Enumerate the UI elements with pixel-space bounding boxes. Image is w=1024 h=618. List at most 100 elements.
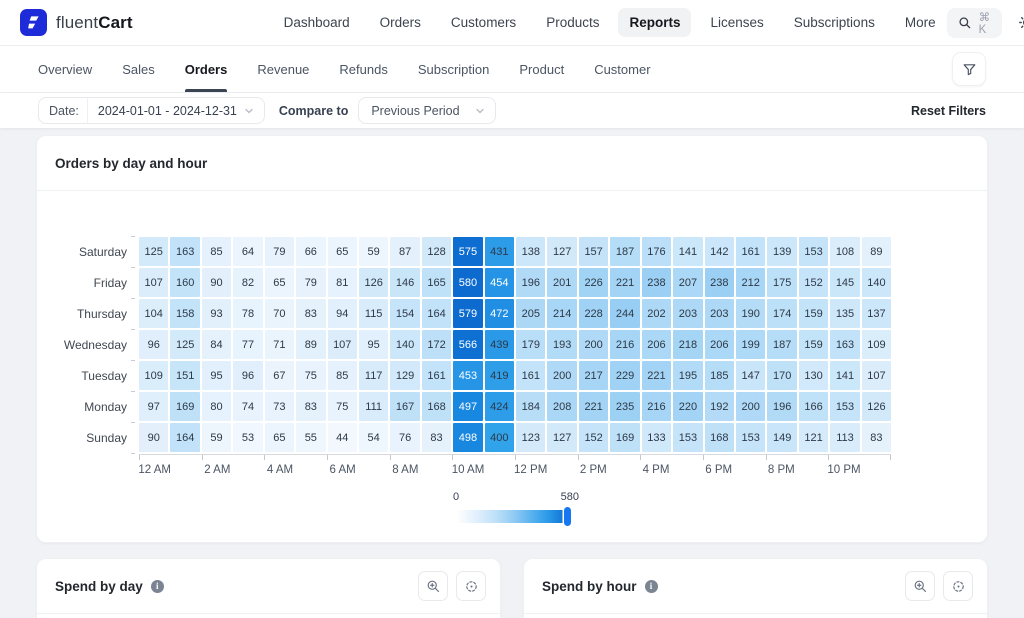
heatmap-cell[interactable]: 238 bbox=[705, 268, 734, 297]
filter-button[interactable] bbox=[952, 52, 986, 86]
heatmap-cell[interactable]: 55 bbox=[296, 423, 325, 452]
heatmap-cell[interactable]: 439 bbox=[485, 330, 514, 359]
heatmap-cell[interactable]: 220 bbox=[673, 392, 702, 421]
heatmap-cell[interactable]: 228 bbox=[579, 299, 608, 328]
heatmap-cell[interactable]: 165 bbox=[422, 268, 451, 297]
heatmap-cell[interactable]: 90 bbox=[139, 423, 168, 452]
heatmap-cell[interactable]: 221 bbox=[642, 361, 671, 390]
heatmap-cell[interactable]: 85 bbox=[202, 237, 231, 266]
heatmap-cell[interactable]: 111 bbox=[359, 392, 388, 421]
heatmap-cell[interactable]: 137 bbox=[862, 299, 891, 328]
heatmap-cell[interactable]: 185 bbox=[705, 361, 734, 390]
heatmap-cell[interactable]: 216 bbox=[610, 330, 639, 359]
heatmap-cell[interactable]: 166 bbox=[799, 392, 828, 421]
heatmap-cell[interactable]: 170 bbox=[767, 361, 796, 390]
heatmap-cell[interactable]: 44 bbox=[328, 423, 357, 452]
heatmap-cell[interactable]: 153 bbox=[830, 392, 859, 421]
heatmap-cell[interactable]: 79 bbox=[265, 237, 294, 266]
heatmap-cell[interactable]: 71 bbox=[265, 330, 294, 359]
heatmap-cell[interactable]: 128 bbox=[422, 237, 451, 266]
heatmap-cell[interactable]: 203 bbox=[673, 299, 702, 328]
heatmap-cell[interactable]: 158 bbox=[170, 299, 199, 328]
heatmap-cell[interactable]: 229 bbox=[610, 361, 639, 390]
heatmap-cell[interactable]: 200 bbox=[579, 330, 608, 359]
heatmap-cell[interactable]: 149 bbox=[767, 423, 796, 452]
heatmap-cell[interactable]: 163 bbox=[170, 237, 199, 266]
restore-button[interactable] bbox=[456, 571, 486, 601]
heatmap-cell[interactable]: 200 bbox=[736, 392, 765, 421]
heatmap-cell[interactable]: 169 bbox=[610, 423, 639, 452]
heatmap-cell[interactable]: 163 bbox=[830, 330, 859, 359]
heatmap-cell[interactable]: 76 bbox=[390, 423, 419, 452]
heatmap-cell[interactable]: 117 bbox=[359, 361, 388, 390]
heatmap-cell[interactable]: 161 bbox=[736, 237, 765, 266]
heatmap-cell[interactable]: 216 bbox=[642, 392, 671, 421]
heatmap-cell[interactable]: 147 bbox=[736, 361, 765, 390]
heatmap-cell[interactable]: 104 bbox=[139, 299, 168, 328]
heatmap-cell[interactable]: 90 bbox=[202, 268, 231, 297]
heatmap-cell[interactable]: 217 bbox=[579, 361, 608, 390]
heatmap-cell[interactable]: 205 bbox=[516, 299, 545, 328]
tab-sales[interactable]: Sales bbox=[122, 46, 155, 92]
heatmap-cell[interactable]: 196 bbox=[767, 392, 796, 421]
heatmap-cell[interactable]: 79 bbox=[296, 268, 325, 297]
nav-item-dashboard[interactable]: Dashboard bbox=[273, 8, 361, 37]
heatmap-cell[interactable]: 130 bbox=[799, 361, 828, 390]
heatmap-cell[interactable]: 83 bbox=[862, 423, 891, 452]
zoom-in-button[interactable] bbox=[905, 571, 935, 601]
heatmap-cell[interactable]: 85 bbox=[328, 361, 357, 390]
heatmap-cell[interactable]: 93 bbox=[202, 299, 231, 328]
heatmap-cell[interactable]: 139 bbox=[767, 237, 796, 266]
tab-overview[interactable]: Overview bbox=[38, 46, 92, 92]
heatmap-cell[interactable]: 453 bbox=[453, 361, 482, 390]
heatmap-cell[interactable]: 140 bbox=[390, 330, 419, 359]
heatmap-cell[interactable]: 66 bbox=[296, 237, 325, 266]
heatmap-cell[interactable]: 579 bbox=[453, 299, 482, 328]
heatmap-cell[interactable]: 109 bbox=[862, 330, 891, 359]
heatmap-cell[interactable]: 202 bbox=[642, 299, 671, 328]
heatmap-cell[interactable]: 113 bbox=[830, 423, 859, 452]
heatmap-cell[interactable]: 65 bbox=[328, 237, 357, 266]
heatmap-cell[interactable]: 95 bbox=[359, 330, 388, 359]
heatmap-cell[interactable]: 168 bbox=[705, 423, 734, 452]
compare-period-select[interactable]: Previous Period bbox=[358, 97, 495, 124]
heatmap-cell[interactable]: 187 bbox=[610, 237, 639, 266]
tab-revenue[interactable]: Revenue bbox=[257, 46, 309, 92]
heatmap-cell[interactable]: 206 bbox=[705, 330, 734, 359]
heatmap-cell[interactable]: 73 bbox=[265, 392, 294, 421]
heatmap-cell[interactable]: 153 bbox=[799, 237, 828, 266]
tab-customer[interactable]: Customer bbox=[594, 46, 650, 92]
heatmap-cell[interactable]: 82 bbox=[233, 268, 262, 297]
heatmap-cell[interactable]: 127 bbox=[547, 423, 576, 452]
heatmap-cell[interactable]: 107 bbox=[328, 330, 357, 359]
heatmap-cell[interactable]: 154 bbox=[390, 299, 419, 328]
heatmap-cell[interactable]: 78 bbox=[233, 299, 262, 328]
heatmap-cell[interactable]: 580 bbox=[453, 268, 482, 297]
nav-item-products[interactable]: Products bbox=[535, 8, 610, 37]
nav-item-licenses[interactable]: Licenses bbox=[699, 8, 774, 37]
heatmap-cell[interactable]: 146 bbox=[390, 268, 419, 297]
heatmap-cell[interactable]: 145 bbox=[830, 268, 859, 297]
heatmap-cell[interactable]: 201 bbox=[547, 268, 576, 297]
heatmap-cell[interactable]: 83 bbox=[296, 299, 325, 328]
heatmap-cell[interactable]: 141 bbox=[673, 237, 702, 266]
heatmap-cell[interactable]: 190 bbox=[736, 299, 765, 328]
heatmap-cell[interactable]: 153 bbox=[736, 423, 765, 452]
heatmap-cell[interactable]: 575 bbox=[453, 237, 482, 266]
heatmap-cell[interactable]: 53 bbox=[233, 423, 262, 452]
heatmap-cell[interactable]: 159 bbox=[799, 330, 828, 359]
heatmap-cell[interactable]: 168 bbox=[422, 392, 451, 421]
heatmap-cell[interactable]: 108 bbox=[830, 237, 859, 266]
nav-item-more[interactable]: More bbox=[894, 8, 947, 37]
heatmap-cell[interactable]: 152 bbox=[579, 423, 608, 452]
heatmap-cell[interactable]: 498 bbox=[453, 423, 482, 452]
heatmap-cell[interactable]: 140 bbox=[862, 268, 891, 297]
heatmap-cell[interactable]: 161 bbox=[422, 361, 451, 390]
heatmap-cell[interactable]: 126 bbox=[862, 392, 891, 421]
heatmap-cell[interactable]: 566 bbox=[453, 330, 482, 359]
heatmap-cell[interactable]: 70 bbox=[265, 299, 294, 328]
heatmap-cell[interactable]: 472 bbox=[485, 299, 514, 328]
heatmap-cell[interactable]: 454 bbox=[485, 268, 514, 297]
heatmap-cell[interactable]: 400 bbox=[485, 423, 514, 452]
heatmap-cell[interactable]: 152 bbox=[799, 268, 828, 297]
